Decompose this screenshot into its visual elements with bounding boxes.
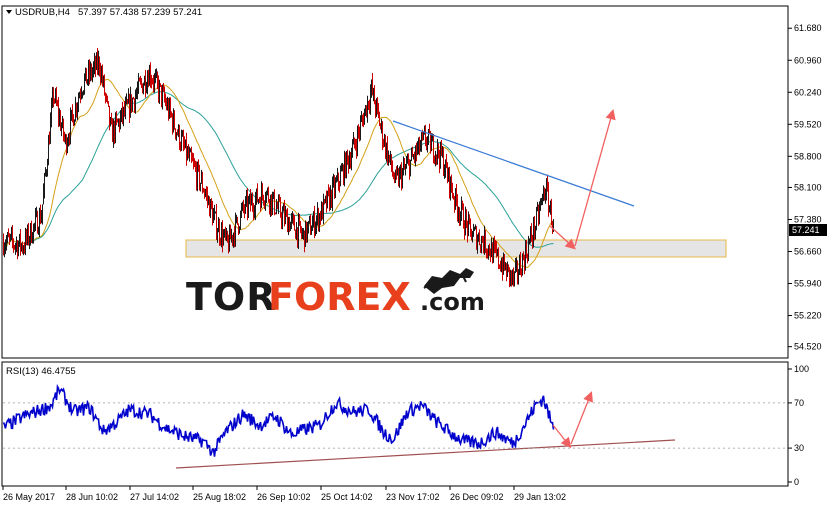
time-tick-label: 25 Aug 18:02 [193,492,246,502]
current-price-marker: 57.241 [789,224,827,236]
current-price-text: 57.241 [792,225,820,235]
logo-com-text: .com [420,288,485,316]
price-tick-label: 54.520 [794,342,822,352]
logo-forex-text: FOREX [268,275,411,319]
time-tick-label: 26 May 2017 [3,492,55,502]
time-tick-label: 25 Oct 14:02 [321,492,373,502]
time-tick-label: 26 Sep 10:02 [257,492,311,502]
price-tick-label: 58.100 [794,182,822,192]
price-tick-label: 60.960 [794,55,822,65]
rsi-tick-label: 100 [794,364,809,374]
price-tick-label: 55.940 [794,279,822,289]
time-tick-label: 26 Dec 09:02 [450,492,504,502]
symbol-label: USDRUB,H4 [15,7,70,18]
time-tick-label: 23 Nov 17:02 [386,492,440,502]
price-axis: 61.680 60.960 60.240 59.520 58.800 58.100 57.3… [788,23,822,352]
chart-canvas: TOR FOREX .com USDRUB,H4 57.397 57.438 5… [1,5,827,502]
ohlc-label: 57.397 57.438 57.239 57.241 [78,7,202,18]
rsi-tick-label: 70 [794,398,804,408]
price-tick-label: 61.680 [794,23,822,33]
time-tick-label: 29 Jan 13:02 [514,492,566,502]
time-tick-label: 28 Jun 10:02 [66,492,118,502]
price-tick-label: 59.520 [794,119,822,129]
price-tick-label: 58.800 [794,151,822,161]
price-tick-label: 56.660 [794,246,822,256]
rsi-tick-label: 30 [794,443,804,453]
rsi-header: RSI(13) 46.4755 [6,366,76,377]
support-zone [185,239,727,258]
price-tick-label: 55.220 [794,311,822,321]
price-tick-label: 60.240 [794,87,822,97]
rsi-tick-label: 0 [794,477,799,487]
time-axis: 26 May 2017 28 Jun 10:02 27 Jul 14:02 25 Au… [2,486,566,502]
logo-tor-text: TOR [186,275,277,319]
price-tick-label: 57.380 [794,214,822,224]
chart-header: USDRUB,H4 57.397 57.438 57.239 57.241 [6,7,202,18]
rsi-panel-frame [1,361,789,487]
time-tick-label: 27 Jul 14:02 [130,492,179,502]
